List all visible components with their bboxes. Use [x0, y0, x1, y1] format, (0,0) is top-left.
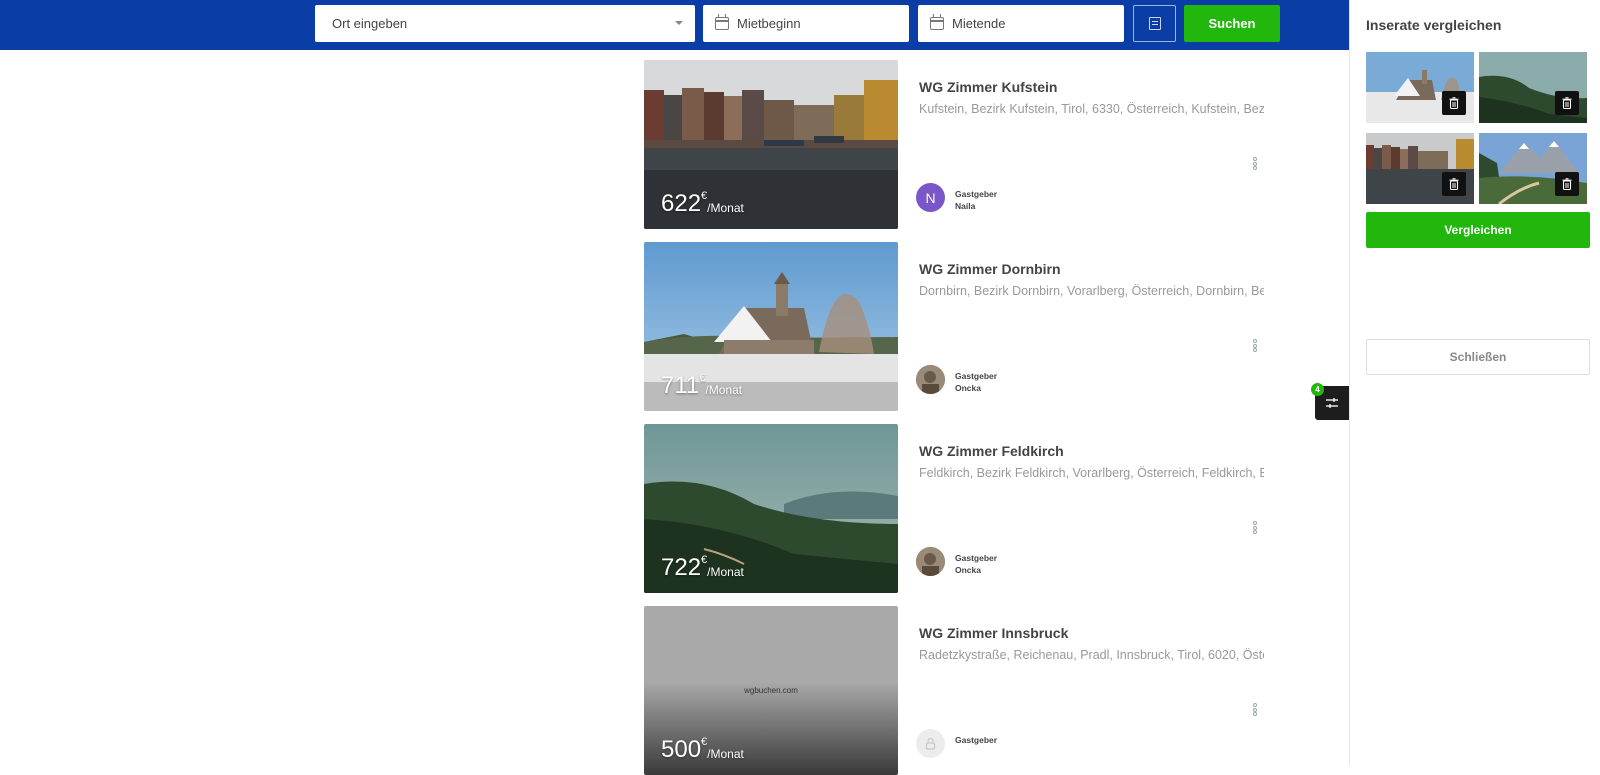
compare-thumbnail[interactable]: [1479, 52, 1587, 123]
host-label: Gastgeber: [955, 553, 998, 563]
listing-title[interactable]: WG Zimmer Kufstein: [919, 79, 1057, 95]
location-select[interactable]: Ort eingeben: [315, 5, 695, 42]
search-button[interactable]: Suchen: [1184, 5, 1280, 42]
price-period: /Monat: [705, 383, 743, 397]
calendar-icon: [715, 14, 729, 30]
compare-thumbnail[interactable]: [1366, 133, 1474, 204]
price-period: /Monat: [707, 201, 744, 215]
chevron-down-icon: [675, 21, 683, 25]
listing-title[interactable]: WG Zimmer Innsbruck: [919, 625, 1068, 641]
more-options-icon[interactable]: [1253, 521, 1257, 534]
panel-title: Inserate vergleichen: [1366, 17, 1502, 33]
price-tag: 722 € /Monat: [661, 554, 744, 581]
listing-address: Kufstein, Bezirk Kufstein, Tirol, 6330, …: [919, 102, 1264, 116]
start-date-placeholder: Mietbeginn: [737, 16, 801, 31]
filter-count-badge: 4: [1311, 383, 1324, 396]
listing-photo[interactable]: 711 € /Monat: [644, 242, 898, 411]
host-info: Gastgeber Oncka: [955, 552, 997, 576]
compare-button[interactable]: Vergleichen: [1366, 212, 1590, 248]
listing-address: Radetzkystraße, Reichenau, Pradl, Innsbr…: [919, 648, 1264, 662]
end-date-field[interactable]: Mietende: [918, 5, 1124, 42]
price-value: 711: [661, 372, 700, 399]
price-tag: 622 € /Monat: [661, 190, 744, 217]
host-name: Oncka: [955, 565, 981, 575]
location-placeholder: Ort eingeben: [332, 16, 408, 31]
remove-thumbnail-button[interactable]: [1555, 172, 1579, 196]
trash-icon: [1449, 178, 1459, 190]
listing-title[interactable]: WG Zimmer Feldkirch: [919, 443, 1064, 459]
close-button[interactable]: Schließen: [1366, 339, 1590, 375]
host-label: Gastgeber: [955, 189, 998, 199]
host-name: Oncka: [955, 383, 981, 393]
price-period: /Monat: [707, 747, 744, 761]
sliders-icon: [1326, 398, 1338, 408]
more-options-icon[interactable]: [1253, 157, 1257, 170]
host-name: Naila: [955, 201, 976, 211]
avatar[interactable]: [916, 729, 945, 758]
host-label: Gastgeber: [955, 371, 998, 381]
listing-address: Dornbirn, Bezirk Dornbirn, Vorarlberg, Ö…: [919, 284, 1264, 298]
more-options-icon[interactable]: [1253, 339, 1257, 352]
compare-panel: Inserate vergleichen Vergleichen Schließ…: [1349, 0, 1600, 765]
listing-card[interactable]: wgbuchen.com 500 € /Monat WG Zimmer Inns…: [644, 606, 1271, 775]
compare-thumbnail[interactable]: [1366, 52, 1474, 123]
start-date-field[interactable]: Mietbeginn: [703, 5, 909, 42]
trash-icon: [1562, 97, 1572, 109]
listing-title[interactable]: WG Zimmer Dornbirn: [919, 261, 1061, 277]
price-period: /Monat: [707, 565, 744, 579]
price-value: 722: [661, 554, 702, 581]
remove-thumbnail-button[interactable]: [1442, 172, 1466, 196]
price-value: 500: [661, 736, 702, 763]
list-view-button[interactable]: [1133, 5, 1176, 42]
avatar[interactable]: N: [916, 183, 945, 212]
avatar[interactable]: [916, 365, 945, 394]
listing-address: Feldkirch, Bezirk Feldkirch, Vorarlberg,…: [919, 466, 1264, 480]
listing-photo[interactable]: wgbuchen.com 500 € /Monat: [644, 606, 898, 775]
listing-photo[interactable]: 622 € /Monat: [644, 60, 898, 229]
listing-photo[interactable]: 722 € /Monat: [644, 424, 898, 593]
host-info: Gastgeber: [955, 734, 997, 746]
remove-thumbnail-button[interactable]: [1442, 91, 1466, 115]
compare-thumbnail[interactable]: [1479, 133, 1587, 204]
remove-thumbnail-button[interactable]: [1555, 91, 1579, 115]
trash-icon: [1449, 97, 1459, 109]
host-label: Gastgeber: [955, 735, 998, 745]
price-tag: 711 € /Monat: [661, 372, 743, 399]
host-info: Gastgeber Naila: [955, 188, 997, 212]
price-value: 622: [661, 190, 702, 217]
calendar-icon: [930, 14, 944, 30]
placeholder-watermark: wgbuchen.com: [744, 686, 798, 695]
avatar[interactable]: [916, 547, 945, 576]
listing-card[interactable]: 711 € /Monat WG Zimmer Dornbirn Dornbirn…: [644, 242, 1271, 411]
listing-card[interactable]: 722 € /Monat WG Zimmer Feldkirch Feldkir…: [644, 424, 1271, 593]
more-options-icon[interactable]: [1253, 703, 1257, 716]
document-icon: [1148, 17, 1161, 30]
end-date-placeholder: Mietende: [952, 16, 1006, 31]
search-header: Ort eingeben Mietbeginn Mietende Suchen: [0, 0, 1349, 50]
price-tag: 500 € /Monat: [661, 736, 744, 763]
host-info: Gastgeber Oncka: [955, 370, 997, 394]
listing-card[interactable]: 622 € /Monat WG Zimmer Kufstein Kufstein…: [644, 60, 1271, 229]
trash-icon: [1562, 178, 1572, 190]
